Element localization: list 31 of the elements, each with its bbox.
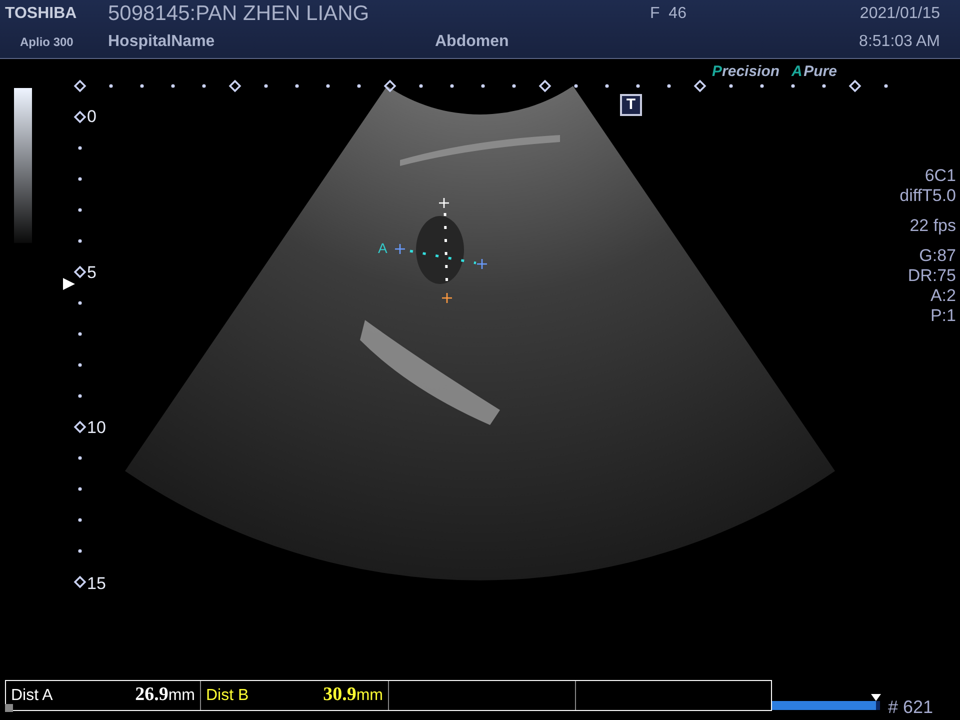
depth-label: 0 <box>87 107 96 127</box>
depth-label: 10 <box>87 418 106 438</box>
patient-sex-age: F 46 <box>650 4 688 24</box>
measurement-value: 30.9mm <box>323 683 383 708</box>
exam-preset: Abdomen <box>435 32 510 52</box>
imaging-parameter: DR:75 <box>908 266 956 286</box>
brand-logo: TOSHIBA <box>4 4 78 24</box>
t-marker: T <box>620 94 642 116</box>
imaging-parameter: G:87 <box>919 246 956 266</box>
exam-time: 8:51:03 AM <box>859 32 940 52</box>
exam-date: 2021/01/15 <box>859 4 940 24</box>
corner-marker <box>5 704 13 712</box>
imaging-parameter: 22 fps <box>910 216 956 236</box>
mode-label: Precision <box>712 62 780 82</box>
measurement-value: 26.9mm <box>135 683 195 708</box>
frame-number: # 621 <box>888 696 934 719</box>
cine-position-icon <box>870 694 881 701</box>
focus-marker-icon <box>63 278 75 290</box>
depth-label: 15 <box>87 574 106 594</box>
scanner-model: Aplio 300 <box>19 34 74 51</box>
measurement-label: Dist A <box>11 686 53 706</box>
hospital-name: HospitalName <box>108 32 216 52</box>
caliper-label: A <box>378 239 388 258</box>
imaging-parameter: diffT5.0 <box>900 186 956 206</box>
patient-id-name: 5098145:PAN ZHEN LIANG <box>108 1 370 28</box>
imaging-parameter: A:2 <box>930 286 956 306</box>
measurement-label: Dist B <box>206 686 249 706</box>
imaging-parameter: P:1 <box>930 306 956 326</box>
mode-label: APure <box>792 62 837 82</box>
imaging-parameter: 6C1 <box>924 166 956 186</box>
depth-label: 5 <box>87 262 96 282</box>
